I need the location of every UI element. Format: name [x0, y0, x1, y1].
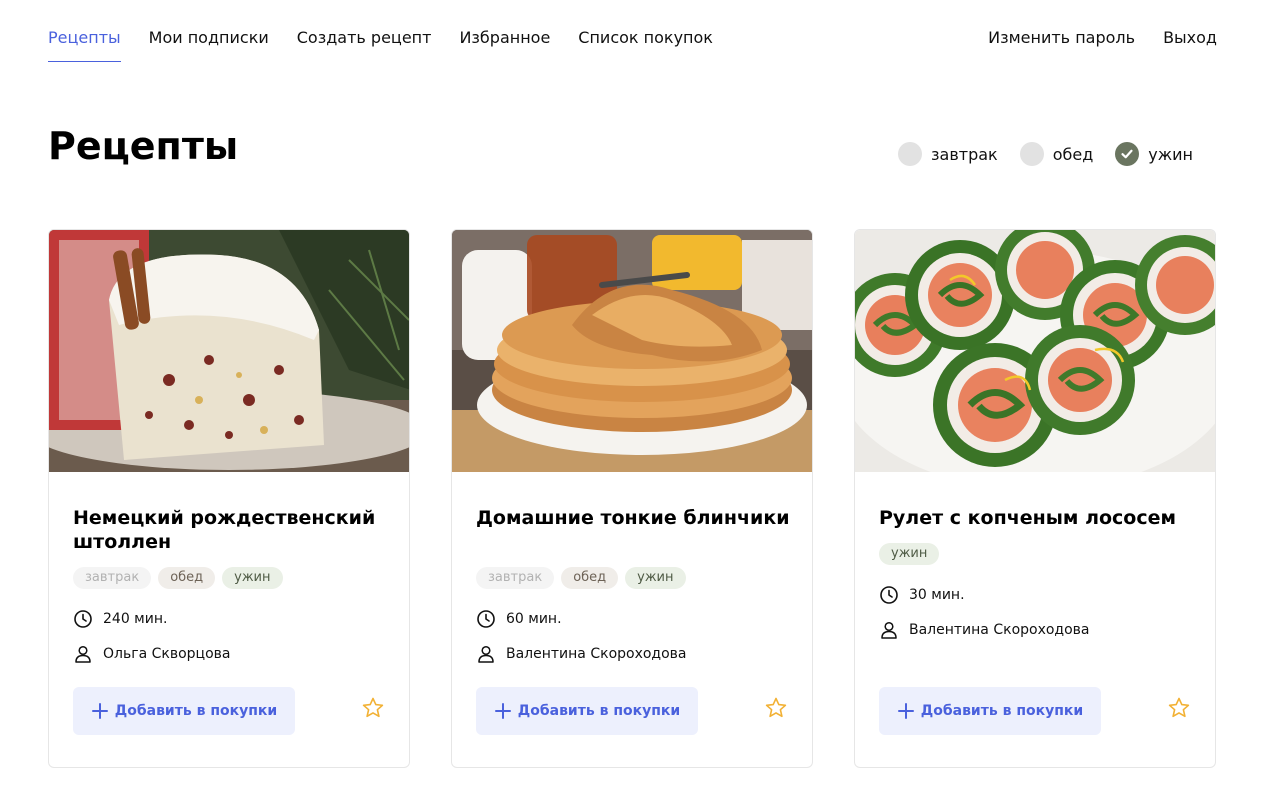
- add-to-shopping-label: Добавить в покупки: [114, 703, 278, 719]
- user-icon: [75, 645, 91, 663]
- filter-checkbox[interactable]: [1019, 142, 1044, 166]
- recipe-time: 30 мин.: [879, 585, 965, 605]
- clock-icon: [880, 586, 898, 604]
- page-title: Рецепты: [48, 124, 239, 168]
- recipe-image[interactable]: [49, 230, 409, 472]
- star-icon[interactable]: [361, 696, 385, 720]
- plus-icon: [494, 703, 511, 719]
- meal-filters: завтрак обед ужин: [898, 142, 1193, 166]
- star-icon[interactable]: [764, 696, 788, 720]
- tag-lunch: обед: [561, 567, 619, 589]
- plus-icon: [91, 703, 108, 719]
- add-to-shopping-button[interactable]: Добавить в покупки: [73, 687, 295, 735]
- main-nav: Рецепты Мои подписки Создать рецепт Избр…: [48, 0, 713, 64]
- recipe-author: Ольга Скворцова: [73, 644, 230, 664]
- recipe-card: Немецкий рождественский штоллен завтрак …: [48, 229, 410, 768]
- tag-dinner: ужин: [222, 567, 283, 589]
- recipe-image[interactable]: [452, 230, 812, 472]
- filter-breakfast[interactable]: завтрак: [898, 142, 998, 166]
- cook-time: 60 мин.: [506, 611, 562, 627]
- clock-icon: [477, 610, 495, 628]
- recipe-author: Валентина Скороходова: [476, 644, 687, 664]
- nav-favorites[interactable]: Избранное: [459, 0, 550, 64]
- recipe-tags: ужин: [879, 543, 940, 565]
- recipe-time: 240 мин.: [73, 609, 167, 629]
- add-to-shopping-button[interactable]: Добавить в покупки: [476, 687, 698, 735]
- filter-checkbox[interactable]: [1115, 142, 1140, 166]
- recipe-title[interactable]: Рулет с копченым лососем: [879, 506, 1199, 530]
- nav-shopping-list[interactable]: Список покупок: [578, 0, 713, 64]
- filter-lunch[interactable]: обед: [1019, 142, 1094, 166]
- filter-label: ужин: [1148, 144, 1193, 164]
- nav-subscriptions[interactable]: Мои подписки: [149, 0, 269, 64]
- tag-lunch: обед: [158, 567, 216, 589]
- recipe-card: Домашние тонкие блинчики завтрак обед уж…: [451, 229, 813, 768]
- recipe-author: Валентина Скороходова: [879, 620, 1090, 640]
- recipe-tags: завтрак обед ужин: [476, 567, 686, 589]
- filter-checkbox[interactable]: [898, 142, 922, 166]
- author-name[interactable]: Валентина Скороходова: [909, 622, 1090, 638]
- tag-dinner: ужин: [625, 567, 686, 589]
- recipe-tags: завтрак обед ужин: [73, 567, 283, 589]
- check-icon: [1121, 149, 1133, 159]
- cook-time: 30 мин.: [909, 587, 965, 603]
- add-to-shopping-label: Добавить в покупки: [517, 703, 681, 719]
- filter-label: завтрак: [931, 144, 998, 164]
- star-icon[interactable]: [1167, 696, 1191, 720]
- add-to-shopping-button[interactable]: Добавить в покупки: [879, 687, 1101, 735]
- logout-link[interactable]: Выход: [1163, 0, 1217, 64]
- author-name[interactable]: Валентина Скороходова: [506, 646, 687, 662]
- recipe-image[interactable]: [855, 230, 1215, 472]
- tag-breakfast: завтрак: [73, 567, 152, 589]
- clock-icon: [74, 610, 92, 628]
- user-nav: Изменить пароль Выход: [988, 0, 1217, 64]
- nav-recipes[interactable]: Рецепты: [48, 0, 121, 64]
- recipe-title[interactable]: Домашние тонкие блинчики: [476, 506, 796, 530]
- add-to-shopping-label: Добавить в покупки: [920, 703, 1084, 719]
- recipe-card: Рулет с копченым лососем ужин 30 мин. Ва…: [854, 229, 1216, 768]
- cook-time: 240 мин.: [103, 611, 168, 627]
- filter-label: обед: [1052, 144, 1094, 164]
- change-password-link[interactable]: Изменить пароль: [988, 0, 1135, 64]
- tag-breakfast: завтрак: [476, 567, 555, 589]
- user-icon: [478, 645, 494, 663]
- recipe-title[interactable]: Немецкий рождественский штоллен: [73, 506, 393, 554]
- plus-icon: [897, 703, 914, 719]
- nav-create-recipe[interactable]: Создать рецепт: [297, 0, 432, 64]
- filter-dinner[interactable]: ужин: [1115, 142, 1193, 166]
- recipe-time: 60 мин.: [476, 609, 562, 629]
- user-icon: [881, 621, 897, 639]
- tag-dinner: ужин: [879, 543, 940, 565]
- author-name[interactable]: Ольга Скворцова: [103, 646, 230, 662]
